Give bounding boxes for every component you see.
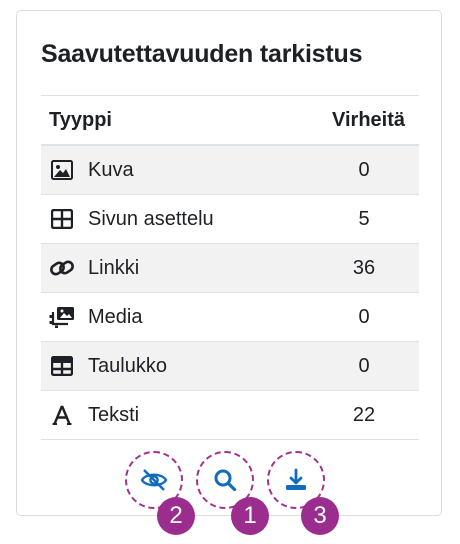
text-icon — [49, 402, 75, 428]
step-badge-1: 1 — [231, 497, 269, 535]
table-row-media: Media 0 — [41, 292, 419, 342]
row-label-image: Kuva — [88, 158, 134, 181]
row-count-table: 0 — [269, 341, 419, 391]
row-label-table: Taulukko — [88, 354, 167, 377]
table-row-link: Linkki 36 — [41, 243, 419, 293]
table-icon — [49, 353, 75, 379]
eye-slash-icon — [139, 468, 169, 492]
accessibility-check-card: Saavutettavuuden tarkistus Tyyppi Virhei… — [16, 10, 442, 535]
table-row-image: Kuva 0 — [41, 144, 419, 195]
image-icon — [49, 157, 75, 183]
table-header-row: Tyyppi Virheitä — [41, 95, 419, 146]
card-title: Saavutettavuuden tarkistus — [41, 40, 363, 68]
row-label-text: Teksti — [88, 403, 140, 426]
step-badge-2: 2 — [157, 497, 195, 535]
row-count-link: 36 — [269, 243, 419, 293]
search-icon — [213, 468, 237, 492]
row-count-media: 0 — [269, 292, 419, 342]
table-row-layout: Sivun asettelu 5 — [41, 194, 419, 244]
row-count-layout: 5 — [269, 194, 419, 244]
media-icon — [49, 304, 75, 330]
column-header-type: Tyyppi — [41, 95, 269, 146]
layout-grid-icon — [49, 206, 75, 232]
column-header-errors: Virheitä — [269, 95, 419, 146]
row-label-link: Linkki — [88, 256, 140, 279]
accessibility-table: Tyyppi Virheitä Kuva 0 Sivun asettelu 5 … — [41, 95, 419, 440]
table-row-table: Taulukko 0 — [41, 341, 419, 391]
table-row-text: Teksti 22 — [41, 390, 419, 440]
row-count-text: 22 — [269, 390, 419, 440]
download-icon — [284, 468, 308, 492]
step-badge-3: 3 — [301, 497, 339, 535]
row-count-image: 0 — [269, 144, 419, 195]
row-label-layout: Sivun asettelu — [88, 207, 214, 230]
row-label-media: Media — [88, 305, 143, 328]
link-icon — [49, 255, 75, 281]
action-buttons: 2 1 3 — [17, 451, 443, 535]
